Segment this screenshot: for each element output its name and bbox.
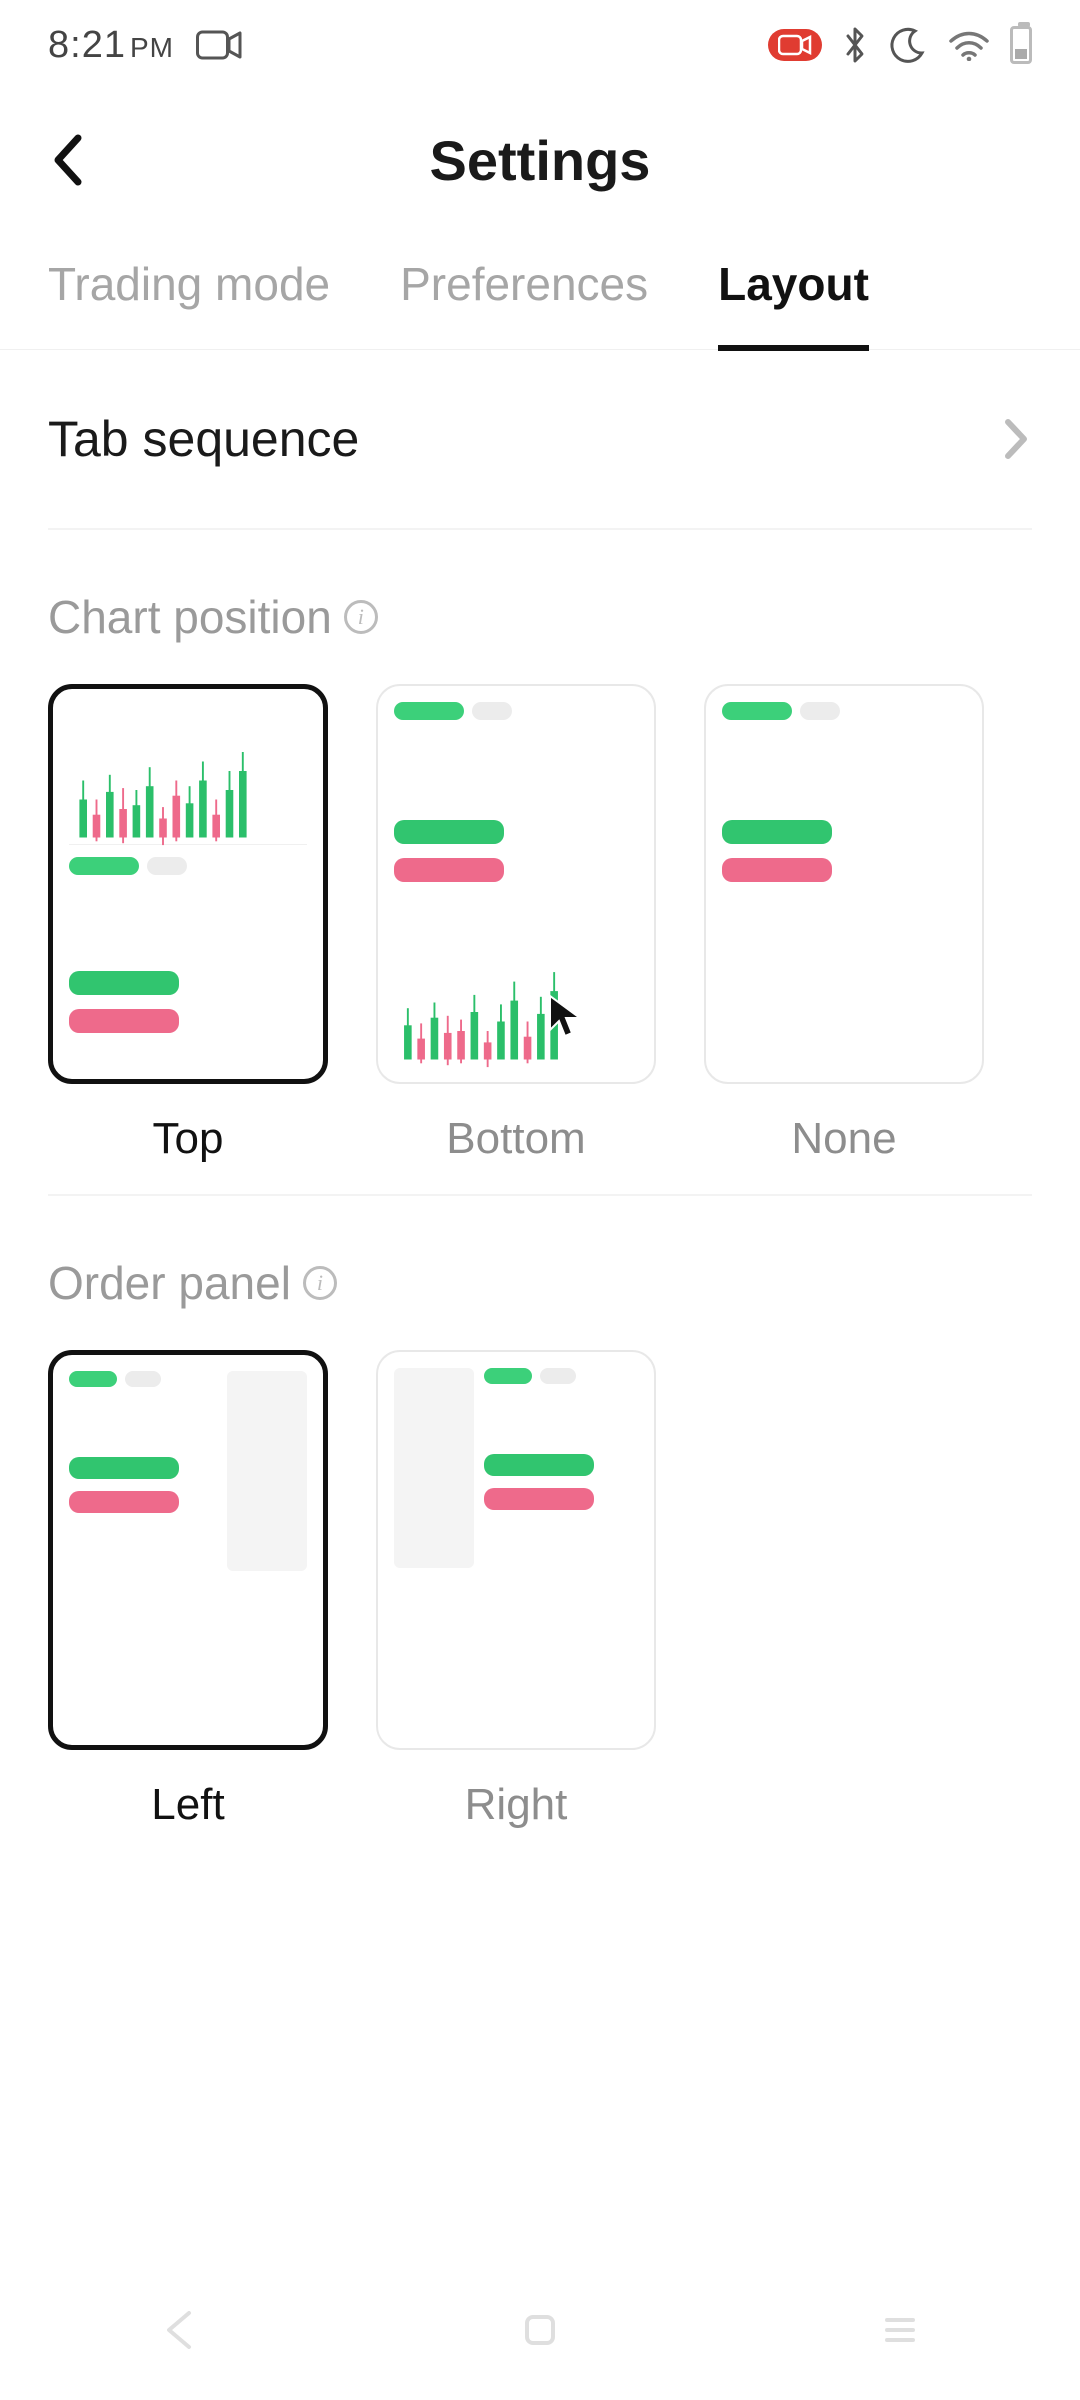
preview-tabs bbox=[722, 702, 966, 720]
orderbook-placeholder bbox=[394, 1368, 474, 1568]
chart-position-options: Top bbox=[48, 684, 1032, 1164]
moon-icon bbox=[888, 25, 928, 65]
tab-layout[interactable]: Layout bbox=[718, 257, 869, 323]
order-panel-options: Left Right bbox=[48, 1350, 1032, 1830]
back-button[interactable] bbox=[48, 130, 88, 190]
orderbook-placeholder bbox=[227, 1371, 307, 1571]
preview-tabs bbox=[69, 857, 307, 875]
order-panel-title-text: Order panel bbox=[48, 1256, 291, 1310]
preview-buttons bbox=[722, 820, 966, 882]
battery-icon bbox=[1010, 26, 1032, 64]
chevron-right-icon bbox=[1002, 416, 1032, 462]
android-nav-bar bbox=[0, 2280, 1080, 2380]
mini-chart-bottom bbox=[394, 926, 638, 1066]
screen-record-icon bbox=[768, 29, 822, 61]
info-icon[interactable]: i bbox=[303, 1266, 337, 1300]
chart-position-option-top[interactable]: Top bbox=[48, 684, 328, 1164]
nav-home-icon[interactable] bbox=[515, 2305, 565, 2355]
tab-sequence-label: Tab sequence bbox=[48, 410, 359, 468]
chart-position-option-none[interactable]: None bbox=[704, 684, 984, 1164]
nav-recent-icon[interactable] bbox=[875, 2305, 925, 2355]
tabs: Trading mode Preferences Layout bbox=[0, 230, 1080, 350]
preview-buttons bbox=[69, 971, 307, 1033]
preview-tabs bbox=[394, 702, 638, 720]
status-time-value: 8:21 bbox=[48, 24, 126, 66]
order-panel-option-right[interactable]: Right bbox=[376, 1350, 656, 1830]
page-title: Settings bbox=[430, 128, 651, 193]
chart-position-option-top-label: Top bbox=[153, 1114, 224, 1164]
tab-sequence-row[interactable]: Tab sequence bbox=[0, 350, 1080, 528]
cursor-icon bbox=[546, 992, 584, 1038]
status-left: 8:21PM bbox=[48, 24, 242, 67]
order-panel-card-left bbox=[48, 1350, 328, 1750]
nav-back-icon[interactable] bbox=[155, 2305, 205, 2355]
chart-position-option-none-label: None bbox=[791, 1114, 896, 1164]
bluetooth-icon bbox=[842, 25, 868, 65]
status-right bbox=[768, 25, 1032, 65]
chart-position-option-bottom[interactable]: Bottom bbox=[376, 684, 656, 1164]
preview-buttons bbox=[394, 820, 638, 882]
order-panel-option-right-label: Right bbox=[465, 1780, 568, 1830]
status-bar: 8:21PM bbox=[0, 0, 1080, 90]
section-order-panel: Order panel i Left bbox=[0, 1196, 1080, 1860]
order-panel-title: Order panel i bbox=[48, 1256, 1032, 1310]
tab-preferences[interactable]: Preferences bbox=[400, 257, 648, 323]
chart-position-option-bottom-label: Bottom bbox=[446, 1114, 585, 1164]
section-chart-position: Chart position i bbox=[0, 530, 1080, 1194]
chart-position-card-top bbox=[48, 684, 328, 1084]
order-panel-option-left[interactable]: Left bbox=[48, 1350, 328, 1830]
camera-icon bbox=[196, 29, 242, 61]
tab-trading-mode[interactable]: Trading mode bbox=[48, 257, 330, 323]
chart-position-card-bottom bbox=[376, 684, 656, 1084]
info-icon[interactable]: i bbox=[344, 600, 378, 634]
wifi-icon bbox=[948, 29, 990, 61]
status-time: 8:21PM bbox=[48, 24, 174, 67]
chart-position-title: Chart position i bbox=[48, 590, 1032, 644]
order-panel-card-right bbox=[376, 1350, 656, 1750]
chart-position-title-text: Chart position bbox=[48, 590, 332, 644]
order-panel-option-left-label: Left bbox=[151, 1780, 224, 1830]
header: Settings bbox=[0, 90, 1080, 230]
mini-chart-top bbox=[69, 705, 307, 845]
status-time-ampm: PM bbox=[130, 32, 174, 63]
chart-position-card-none bbox=[704, 684, 984, 1084]
